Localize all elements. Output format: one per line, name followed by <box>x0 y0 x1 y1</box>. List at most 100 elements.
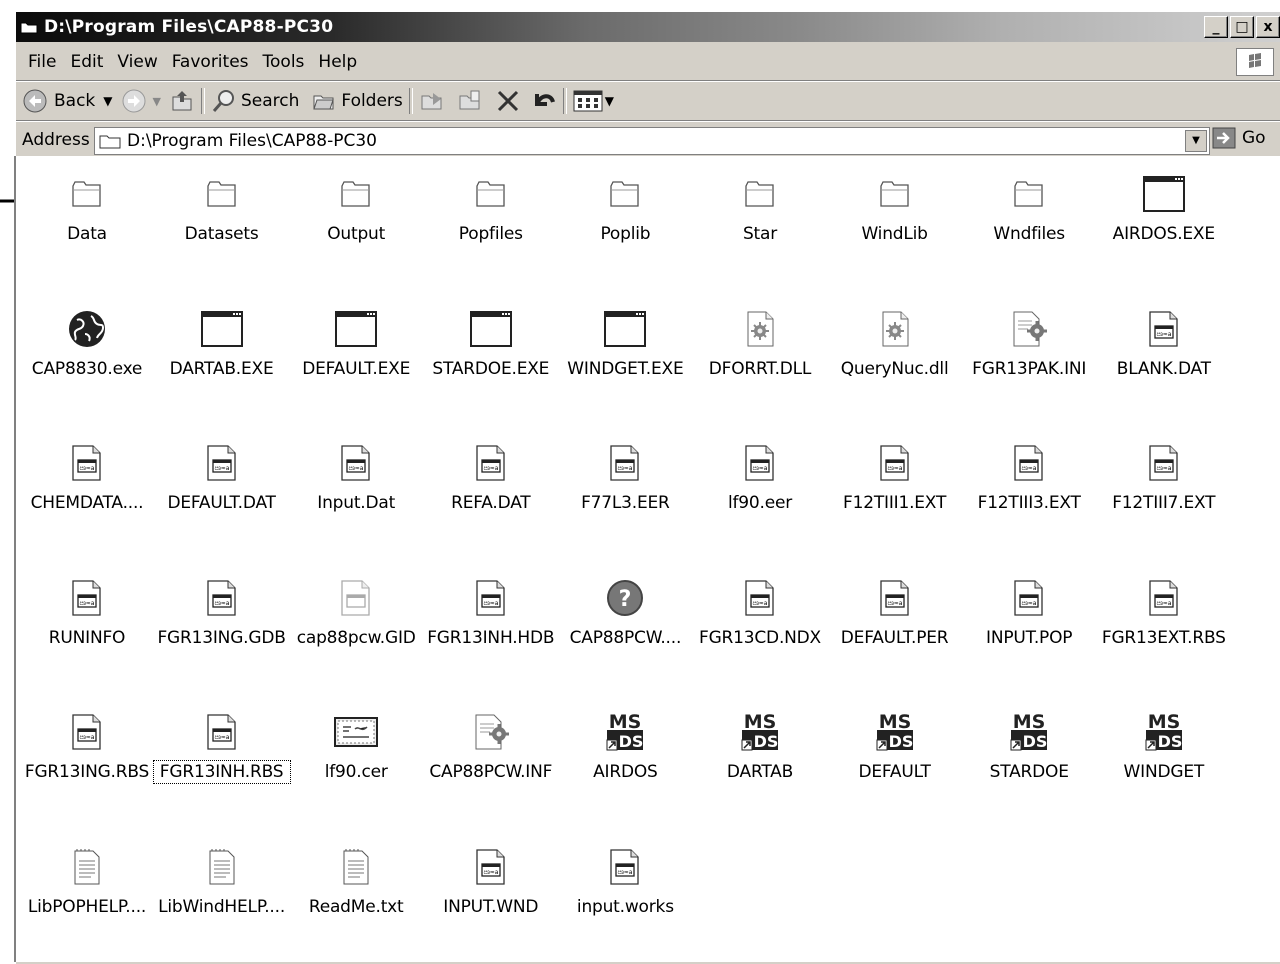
file-item[interactable]: Output <box>289 164 423 274</box>
address-dropdown-button[interactable]: ▼ <box>1185 130 1207 152</box>
file-item[interactable]: MS DS WINDGET <box>1097 702 1231 812</box>
file-item[interactable]: Star <box>693 164 827 274</box>
file-item[interactable]: Popfiles <box>424 164 558 274</box>
svg-text:DS: DS <box>619 732 644 751</box>
file-item[interactable]: cap88pcw.GID <box>289 568 423 678</box>
file-item[interactable]: ඍ≈a FGR13INH.HDB <box>424 568 558 678</box>
file-item[interactable]: ඍ≈a DEFAULT.PER <box>828 568 962 678</box>
file-item[interactable]: STARDOE.EXE <box>424 299 558 409</box>
file-item[interactable]: ReadMe.txt <box>289 837 423 947</box>
file-item[interactable]: AIRDOS.EXE <box>1097 164 1231 274</box>
file-item[interactable]: ඍ≈a input.works <box>558 837 692 947</box>
folders-button[interactable]: Folders <box>311 86 403 116</box>
file-item[interactable]: ඍ≈a DEFAULT.DAT <box>155 433 289 543</box>
file-label: ReadMe.txt <box>308 897 404 917</box>
file-item[interactable]: lf90.cer <box>289 702 423 812</box>
file-item[interactable]: DEFAULT.EXE <box>289 299 423 409</box>
file-item[interactable]: ඍ≈a FGR13ING.GDB <box>155 568 289 678</box>
file-item[interactable]: ඍ≈a F77L3.EER <box>558 433 692 543</box>
generic-file-icon: ඍ≈a <box>1097 305 1231 353</box>
svg-text:DS: DS <box>1157 732 1182 751</box>
file-item[interactable]: FGR13PAK.INI <box>962 299 1096 409</box>
forward-button[interactable]: ▼ <box>121 86 161 116</box>
menu-help[interactable]: Help <box>318 52 357 72</box>
go-button[interactable]: Go <box>1212 127 1266 149</box>
file-item[interactable]: ඍ≈a REFA.DAT <box>424 433 558 543</box>
maximize-button[interactable]: □ <box>1230 16 1254 38</box>
file-item[interactable]: ඍ≈a CHEMDATA.... <box>20 433 154 543</box>
copy-to-button[interactable] <box>457 86 485 116</box>
file-item[interactable]: ඍ≈a FGR13ING.RBS <box>20 702 154 812</box>
file-item[interactable]: LibWindHELP.... <box>155 837 289 947</box>
file-item[interactable]: Data <box>20 164 154 274</box>
file-list: Data Datasets Output Popfiles Poplib Star Wind… <box>14 156 1280 962</box>
generic-file-icon: ඍ≈a <box>424 843 558 891</box>
file-label: INPUT.POP <box>986 627 1073 648</box>
file-label: FGR13INH.HDB <box>427 627 555 648</box>
file-item[interactable]: ඍ≈a FGR13INH.RBS <box>152 702 291 812</box>
back-button[interactable]: Back ▼ <box>22 86 113 116</box>
folder-icon <box>558 170 692 218</box>
file-item[interactable]: Datasets <box>155 164 289 274</box>
file-item[interactable]: ඍ≈a F12TIII1.EXT <box>828 433 962 543</box>
file-item[interactable]: ? CAP88PCW.... <box>558 568 692 678</box>
file-item[interactable]: CAP88PCW.INF <box>424 702 558 812</box>
file-item[interactable]: ඍ≈a INPUT.POP <box>962 568 1096 678</box>
file-item[interactable]: LibPOPHELP.... <box>20 837 154 947</box>
title-bar[interactable]: D:\Program Files\CAP88-PC30 _ □ x <box>16 12 1280 42</box>
file-item[interactable]: DARTAB.EXE <box>155 299 289 409</box>
menu-view[interactable]: View <box>117 52 157 72</box>
file-item[interactable]: ඍ≈a FGR13CD.NDX <box>693 568 827 678</box>
file-item[interactable]: MS DS AIRDOS <box>558 702 692 812</box>
file-item[interactable]: ඍ≈a Input.Dat <box>289 433 423 543</box>
file-item[interactable]: Poplib <box>558 164 692 274</box>
file-item[interactable]: Wndfiles <box>962 164 1096 274</box>
undo-button[interactable] <box>529 86 557 116</box>
file-item[interactable]: ඍ≈a lf90.eer <box>693 433 827 543</box>
file-item[interactable]: WindLib <box>828 164 962 274</box>
file-item[interactable]: DFORRT.DLL <box>693 299 827 409</box>
file-item[interactable]: QueryNuc.dll <box>828 299 962 409</box>
folder-icon <box>828 170 962 218</box>
menu-favorites[interactable]: Favorites <box>172 52 249 72</box>
chevron-down-icon[interactable]: ▼ <box>153 95 161 108</box>
file-item[interactable]: ඍ≈a F12TIII3.EXT <box>962 433 1096 543</box>
move-to-button[interactable] <box>419 86 447 116</box>
menu-edit[interactable]: Edit <box>70 52 103 72</box>
svg-text:ඍ≈a: ඍ≈a <box>1156 331 1171 338</box>
file-item[interactable]: WINDGET.EXE <box>558 299 692 409</box>
file-item[interactable]: MS DS DARTAB <box>693 702 827 812</box>
dll-gear-icon <box>693 305 827 353</box>
svg-text:ඍ≈a: ඍ≈a <box>753 465 768 472</box>
chevron-down-icon[interactable]: ▼ <box>103 94 112 108</box>
exe-window-icon <box>1097 170 1231 218</box>
file-item[interactable]: CAP8830.exe <box>20 299 154 409</box>
svg-text:MS: MS <box>878 711 911 733</box>
menu-file[interactable]: File <box>28 52 56 72</box>
file-item[interactable]: ඍ≈a FGR13EXT.RBS <box>1097 568 1231 678</box>
close-button[interactable]: x <box>1256 16 1280 38</box>
text-file-icon <box>155 843 289 891</box>
minimize-button[interactable]: _ <box>1204 16 1228 38</box>
generic-file-icon: ඍ≈a <box>693 439 827 487</box>
file-label: LibPOPHELP.... <box>27 897 147 917</box>
address-input[interactable]: D:\Program Files\CAP88-PC30 ▼ <box>94 127 1210 155</box>
generic-file-icon: ඍ≈a <box>1097 574 1231 622</box>
file-item[interactable]: ඍ≈a F12TIII7.EXT <box>1097 433 1231 543</box>
file-item[interactable]: MS DS DEFAULT <box>828 702 962 812</box>
file-item[interactable]: ඍ≈a BLANK.DAT <box>1097 299 1231 409</box>
up-folder-button[interactable] <box>169 86 195 116</box>
file-item[interactable]: MS DS STARDOE <box>962 702 1096 812</box>
text-file-icon <box>289 843 423 891</box>
views-button[interactable]: ▼ <box>573 86 614 116</box>
menu-tools[interactable]: Tools <box>263 52 305 72</box>
file-label: DEFAULT.DAT <box>167 493 276 514</box>
file-label: FGR13PAK.INI <box>972 358 1087 379</box>
window-title: D:\Program Files\CAP88-PC30 <box>44 17 334 37</box>
svg-text:ඍ≈a: ඍ≈a <box>1022 600 1037 607</box>
chevron-down-icon[interactable]: ▼ <box>605 94 614 108</box>
file-item[interactable]: ඍ≈a RUNINFO <box>20 568 154 678</box>
file-item[interactable]: ඍ≈a INPUT.WND <box>424 837 558 947</box>
delete-button[interactable] <box>495 86 521 116</box>
search-button[interactable]: Search <box>211 86 299 116</box>
